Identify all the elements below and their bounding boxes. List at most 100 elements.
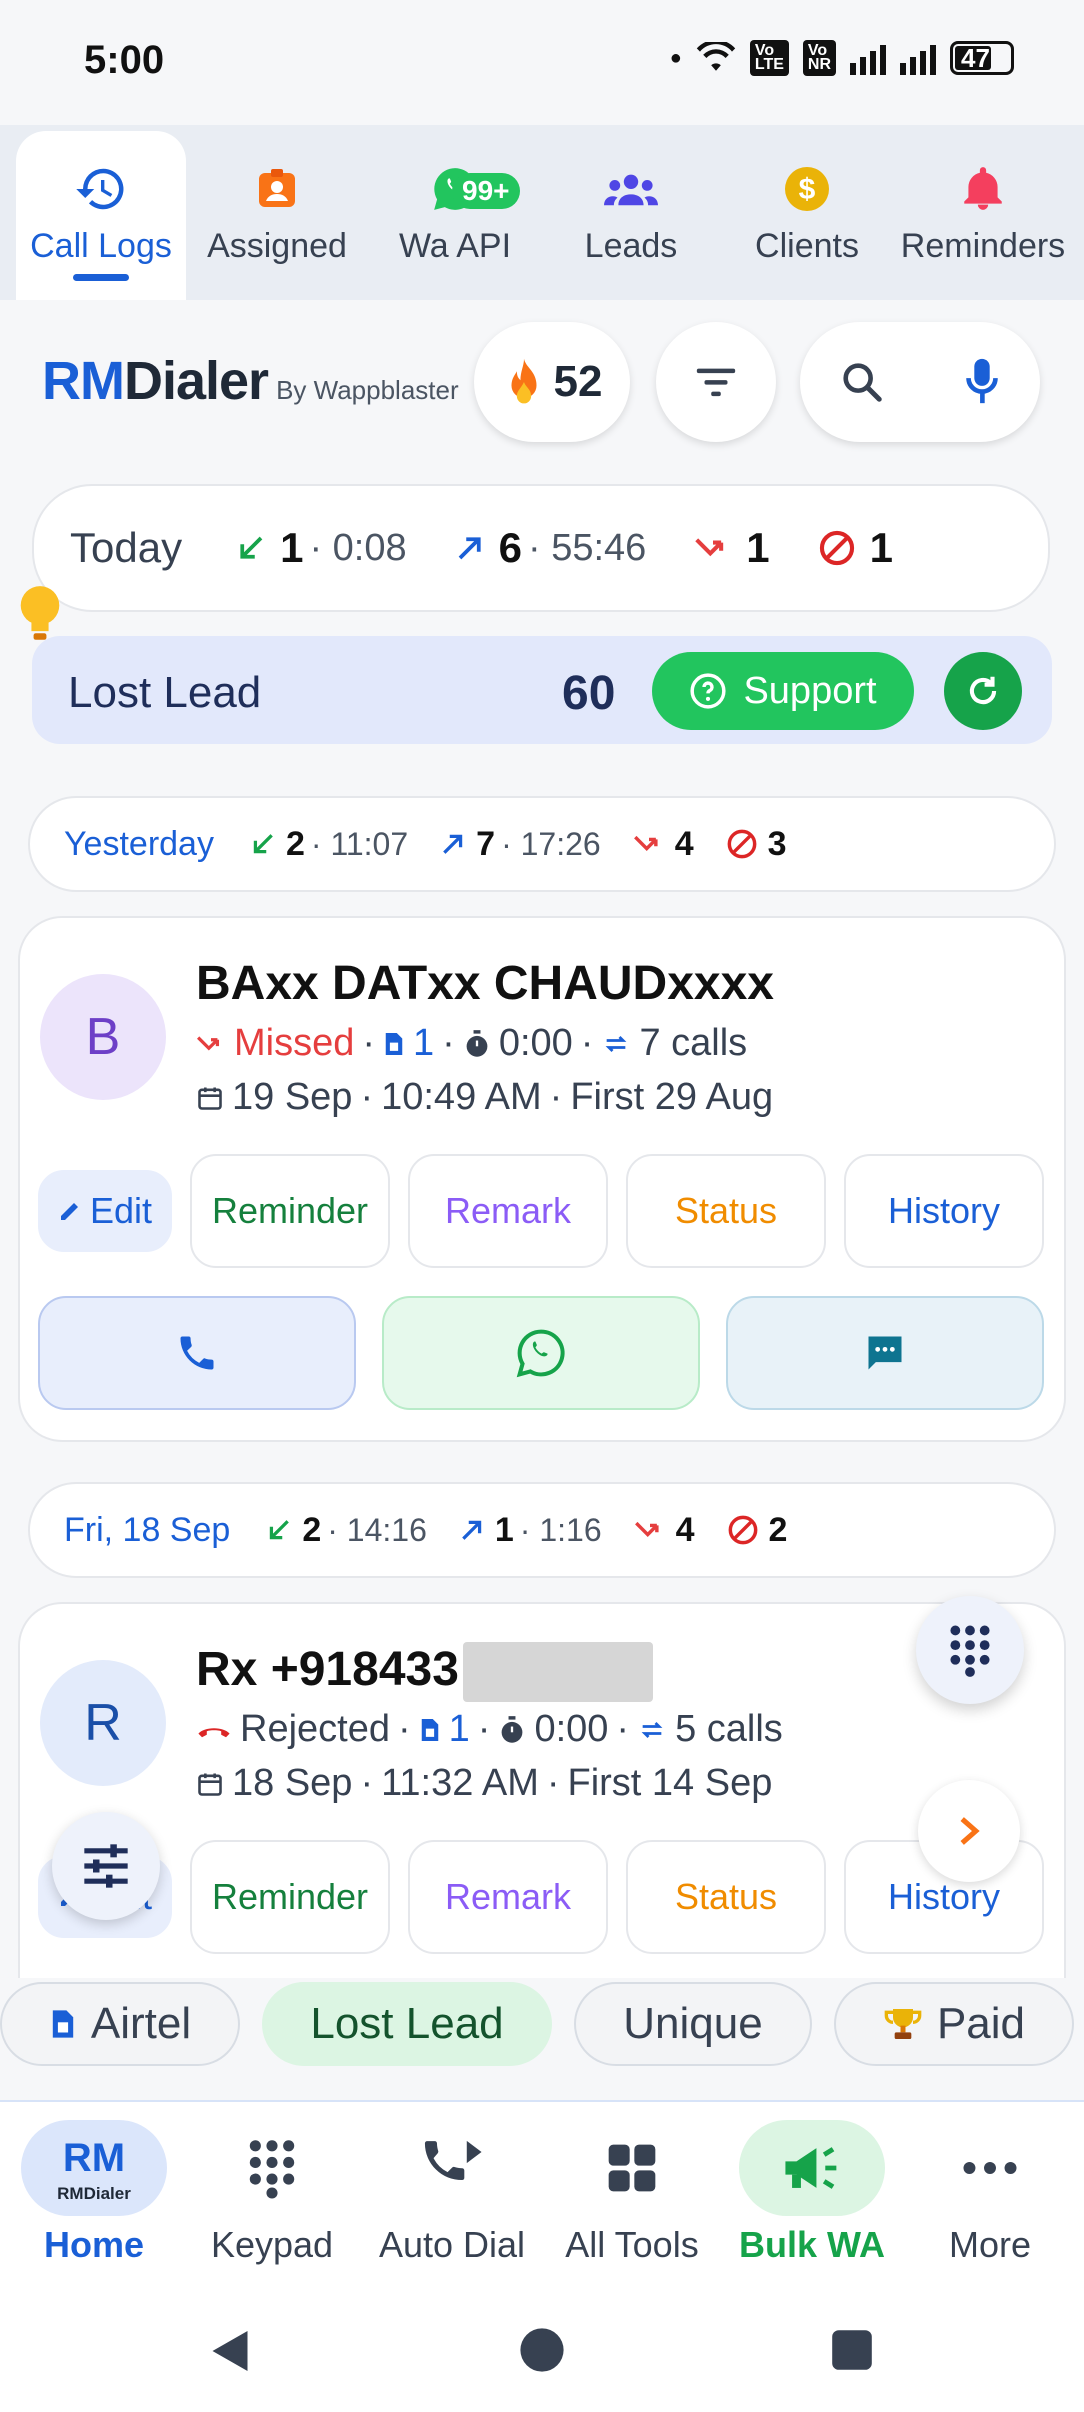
incoming-arrow-icon: [270, 1520, 290, 1540]
nav-all-tools[interactable]: All Tools: [542, 2120, 722, 2266]
dialpad-icon: [199, 2120, 345, 2216]
redacted-number: [462, 1642, 653, 1703]
incoming-stat: 1 · 0:08: [236, 524, 407, 572]
remark-button[interactable]: Remark: [408, 1154, 608, 1268]
history-icon: [73, 161, 129, 217]
day-summary-fri-18-sep[interactable]: Fri, 18 Sep 2 · 14:16 1 · 1:16 4 2: [28, 1482, 1056, 1578]
status-icons: ● Vo LTE Vo NR 47: [670, 40, 1014, 76]
phone-icon: [180, 1336, 214, 1370]
action-row: Edit Reminder Remark Status History: [38, 1840, 1044, 1954]
tab-leads[interactable]: Leads: [546, 131, 716, 296]
sms-button[interactable]: [726, 1296, 1044, 1410]
tab-assigned[interactable]: Assigned: [192, 131, 362, 296]
tab-clients[interactable]: $ Clients: [722, 131, 892, 296]
call-date-meta: 19 Sep · 10:49 AM · First 29 Aug: [196, 1076, 773, 1119]
call-status: Rejected: [240, 1708, 390, 1750]
avatar: R: [40, 1660, 166, 1786]
filter-button[interactable]: [656, 322, 776, 442]
dialpad-icon: [950, 1625, 990, 1677]
call-date-meta: 18 Sep · 11:32 AM · First 14 Sep: [196, 1762, 772, 1805]
sim-icon: [421, 1718, 438, 1741]
badge-icon: [249, 161, 305, 217]
sim-lte-icon: Vo LTE: [749, 40, 789, 76]
refresh-button[interactable]: [944, 652, 1022, 730]
lightbulb-icon[interactable]: [18, 584, 62, 644]
nav-home[interactable]: RM RMDialer Home: [4, 2120, 184, 2266]
call-log-card[interactable]: R Rx +918433 Rejected · 1 · 0:00 · 5 cal…: [18, 1602, 1066, 2022]
back-icon[interactable]: [205, 2326, 255, 2376]
missed-call-icon: [197, 1035, 220, 1051]
group-icon: [603, 161, 659, 217]
nav-keypad[interactable]: Keypad: [182, 2120, 362, 2266]
avatar: B: [40, 974, 166, 1100]
outgoing-arrow-icon: [462, 1520, 482, 1540]
blocked-icon: [819, 530, 854, 566]
more-horizontal-icon: [917, 2120, 1063, 2216]
top-tab-bar: Call Logs Assigned 99+ Wa API Leads $ Cl…: [0, 125, 1084, 300]
today-summary[interactable]: Today 1 · 0:08 6 · 55:46 1 1: [32, 484, 1050, 612]
svg-text:RM: RM: [63, 2136, 125, 2180]
status-button[interactable]: Status: [626, 1154, 826, 1268]
lost-lead-count: 60: [562, 667, 616, 720]
day-summary-yesterday[interactable]: Yesterday 2 · 11:07 7 · 17:26 4 3: [28, 796, 1056, 892]
outgoing-arrow-icon: [443, 834, 463, 854]
reminder-button[interactable]: Reminder: [190, 1154, 390, 1268]
support-button[interactable]: Support: [652, 652, 914, 730]
dollar-icon: $: [779, 161, 835, 217]
filter-icon: [696, 368, 736, 397]
recents-icon[interactable]: [830, 2328, 874, 2372]
whatsapp-icon: [516, 1329, 565, 1378]
missed-call-icon: [634, 1521, 659, 1537]
timer-icon: [502, 1715, 523, 1743]
help-icon: [690, 673, 727, 709]
call-meta: Rejected · 1 · 0:00 · 5 calls: [196, 1708, 783, 1751]
call-status: Missed: [234, 1022, 355, 1064]
chip-unique[interactable]: Unique: [574, 1982, 812, 2066]
signal-icon: [850, 41, 886, 75]
call-meta: Missed · 1 · 0:00 · 7 calls: [196, 1022, 747, 1065]
bell-icon: [955, 161, 1011, 217]
search-bar[interactable]: [800, 322, 1040, 442]
nav-bulk-wa[interactable]: Bulk WA: [722, 2120, 902, 2266]
reminder-button[interactable]: Reminder: [190, 1840, 390, 1954]
whatsapp-button[interactable]: [382, 1296, 700, 1410]
edit-button[interactable]: Edit: [38, 1170, 172, 1252]
tab-wa-api[interactable]: 99+ Wa API: [370, 131, 540, 296]
incoming-arrow-icon: [240, 536, 263, 559]
rmdialer-logo-icon: RM RMDialer: [21, 2120, 167, 2216]
missed-call-icon: [633, 835, 658, 851]
rejected-stat: 1: [818, 524, 893, 572]
lost-lead-bar[interactable]: Lost Lead 60 Support: [32, 636, 1052, 744]
wifi-icon: [696, 42, 736, 71]
status-button[interactable]: Status: [626, 1840, 826, 1954]
contact-actions: [38, 1296, 1044, 1410]
sim-nr-icon: Vo NR: [802, 40, 836, 76]
rejected-call-icon: [198, 1727, 230, 1737]
system-navigation-bar: [0, 2290, 1084, 2412]
home-circle-icon[interactable]: [518, 2326, 566, 2374]
brand-logo: RM Dialer By Wappblaster: [42, 351, 459, 411]
streak-button[interactable]: 52: [474, 322, 630, 442]
nav-more[interactable]: More: [900, 2120, 1080, 2266]
tune-fab[interactable]: [52, 1812, 160, 1920]
bottom-navigation: RM RMDialer Home Keypad Auto Dial All To…: [0, 2100, 1084, 2290]
mic-icon[interactable]: [962, 357, 1002, 407]
tab-reminders[interactable]: Reminders: [898, 131, 1068, 296]
nav-auto-dial[interactable]: Auto Dial: [362, 2120, 542, 2266]
outgoing-arrow-icon: [458, 537, 481, 560]
chip-airtel[interactable]: Airtel: [0, 1982, 240, 2066]
history-button[interactable]: History: [844, 1154, 1044, 1268]
incoming-arrow-icon: [253, 834, 273, 854]
timer-icon: [466, 1029, 488, 1057]
call-log-card[interactable]: B BAxx DATxx CHAUDxxxx Missed · 1 · 0:00…: [18, 916, 1066, 1442]
chip-lost-lead[interactable]: Lost Lead: [262, 1982, 552, 2066]
dialpad-fab[interactable]: [916, 1596, 1024, 1704]
sim-icon: [52, 2010, 74, 2038]
tab-call-logs[interactable]: Call Logs: [16, 131, 186, 300]
next-button[interactable]: [918, 1780, 1020, 1882]
search-icon[interactable]: [839, 359, 885, 405]
grid-icon: [559, 2120, 705, 2216]
call-button[interactable]: [38, 1296, 356, 1410]
chip-paid[interactable]: Paid: [834, 1982, 1074, 2066]
remark-button[interactable]: Remark: [408, 1840, 608, 1954]
